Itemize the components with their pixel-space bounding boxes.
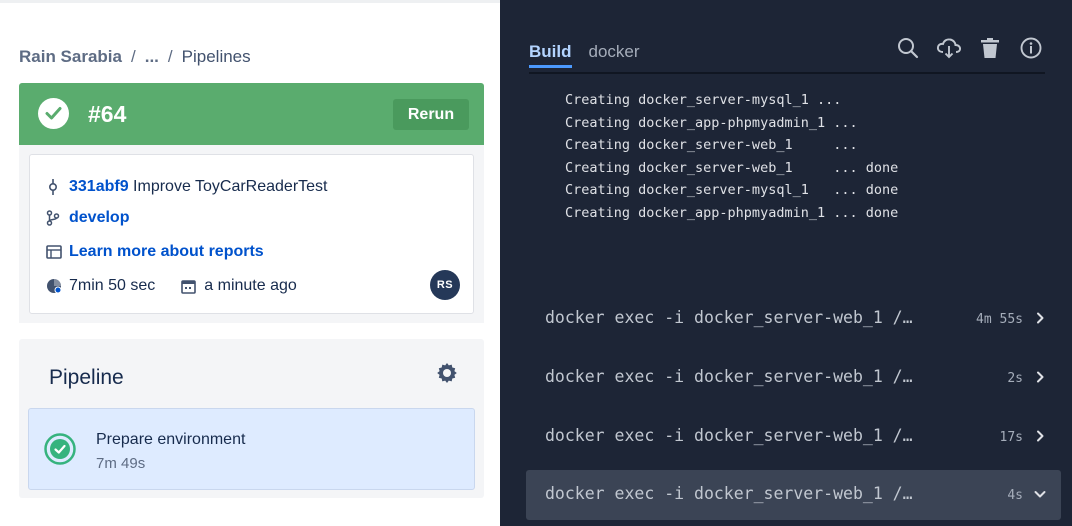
step-success-icon [44,433,76,465]
breadcrumb: Rain Sarabia /... / Pipelines [19,47,251,67]
build-details-section: 331abf9 Improve ToyCarReaderTest develop… [19,145,484,323]
branch-icon [46,210,66,226]
branch-link[interactable]: develop [69,209,129,227]
chevron-down-icon[interactable] [1033,487,1047,501]
gear-icon[interactable] [435,361,459,390]
search-icon[interactable] [895,35,921,61]
commit-row: 331abf9 Improve ToyCarReaderTest [46,176,328,198]
breadcrumb-separator: / [167,47,173,66]
learn-more-reports-link[interactable]: Learn more about reports [69,243,264,261]
commit-hash-link[interactable]: 331abf9 [69,178,129,196]
command-text: docker exec -i docker_server-web_1 /… [545,367,913,386]
console-tabs: Build docker [529,42,657,68]
breadcrumb-separator: / [131,47,136,66]
commit-message: Improve ToyCarReaderTest [133,178,328,195]
command-row[interactable]: docker exec -i docker_server-web_1 /… 2s [526,353,1061,403]
command-row[interactable]: docker exec -i docker_server-web_1 /… 17… [526,412,1061,462]
breadcrumb-current[interactable]: Pipelines [182,47,251,66]
trash-icon[interactable] [977,35,1003,61]
reports-row: Learn more about reports [46,241,264,263]
branch-row: develop [46,207,129,229]
top-divider [0,0,500,3]
reports-icon [46,245,66,259]
calendar-icon [181,279,201,294]
command-duration: 4m 55s [976,312,1023,327]
log-line: Creating docker_server-mysql_1 ... done [565,182,899,198]
success-check-icon [38,98,69,129]
chevron-right-icon[interactable] [1033,370,1047,384]
chevron-right-icon[interactable] [1033,311,1047,325]
rerun-button[interactable]: Rerun [393,99,469,130]
command-text: docker exec -i docker_server-web_1 /… [545,308,913,327]
info-icon[interactable] [1018,35,1044,61]
tab-build[interactable]: Build [529,42,572,68]
console-toolbar [895,35,1044,61]
log-line: Creating docker_server-web_1 ... [565,137,858,153]
duration-clock-icon [46,278,66,294]
left-panel: Rain Sarabia /... / Pipelines #64 Rerun 331… [0,0,500,526]
commit-icon [46,179,66,195]
build-duration: 7min 50 sec [69,277,156,294]
build-details-card: 331abf9 Improve ToyCarReaderTest develop… [29,154,474,314]
breadcrumb-ellipsis[interactable]: ... [145,47,159,66]
build-number: #64 [88,101,127,127]
breadcrumb-owner[interactable]: Rain Sarabia [19,47,122,66]
build-time-ago: a minute ago [204,277,297,294]
command-duration: 4s [1007,488,1023,503]
command-duration: 2s [1007,371,1023,386]
pipeline-title: Pipeline [49,366,124,389]
console-panel: Build docker Creating docker_server-mysql… [500,0,1072,526]
build-status-bar: #64 Rerun [19,83,484,145]
tab-divider [529,72,1045,74]
command-text: docker exec -i docker_server-web_1 /… [545,484,913,503]
log-line: Creating docker_server-mysql_1 ... [565,92,842,108]
command-row[interactable]: docker exec -i docker_server-web_1 /… 4m… [526,294,1061,344]
timing-row: 7min 50 sec a minute ago [46,275,297,297]
avatar[interactable]: RS [430,270,460,300]
step-duration: 7m 49s [96,455,146,472]
log-line: Creating docker_app-phpmyadmin_1 ... don… [565,204,899,221]
log-output: Creating docker_server-mysql_1 ... Creati… [565,89,898,224]
chevron-right-icon[interactable] [1033,429,1047,443]
download-icon[interactable] [936,35,962,61]
pipeline-step[interactable]: Prepare environment 7m 49s [28,408,475,490]
step-name: Prepare environment [96,431,246,448]
command-row-selected[interactable]: docker exec -i docker_server-web_1 /… 4s [526,470,1061,520]
pipeline-section: Pipeline Prepare environment 7m 49s [19,339,484,498]
command-duration: 17s [999,430,1023,445]
log-line: Creating docker_app-phpmyadmin_1 ... [565,114,858,131]
tab-docker[interactable]: docker [589,42,640,68]
log-line: Creating docker_server-web_1 ... done [565,159,899,176]
command-text: docker exec -i docker_server-web_1 /… [545,426,913,445]
